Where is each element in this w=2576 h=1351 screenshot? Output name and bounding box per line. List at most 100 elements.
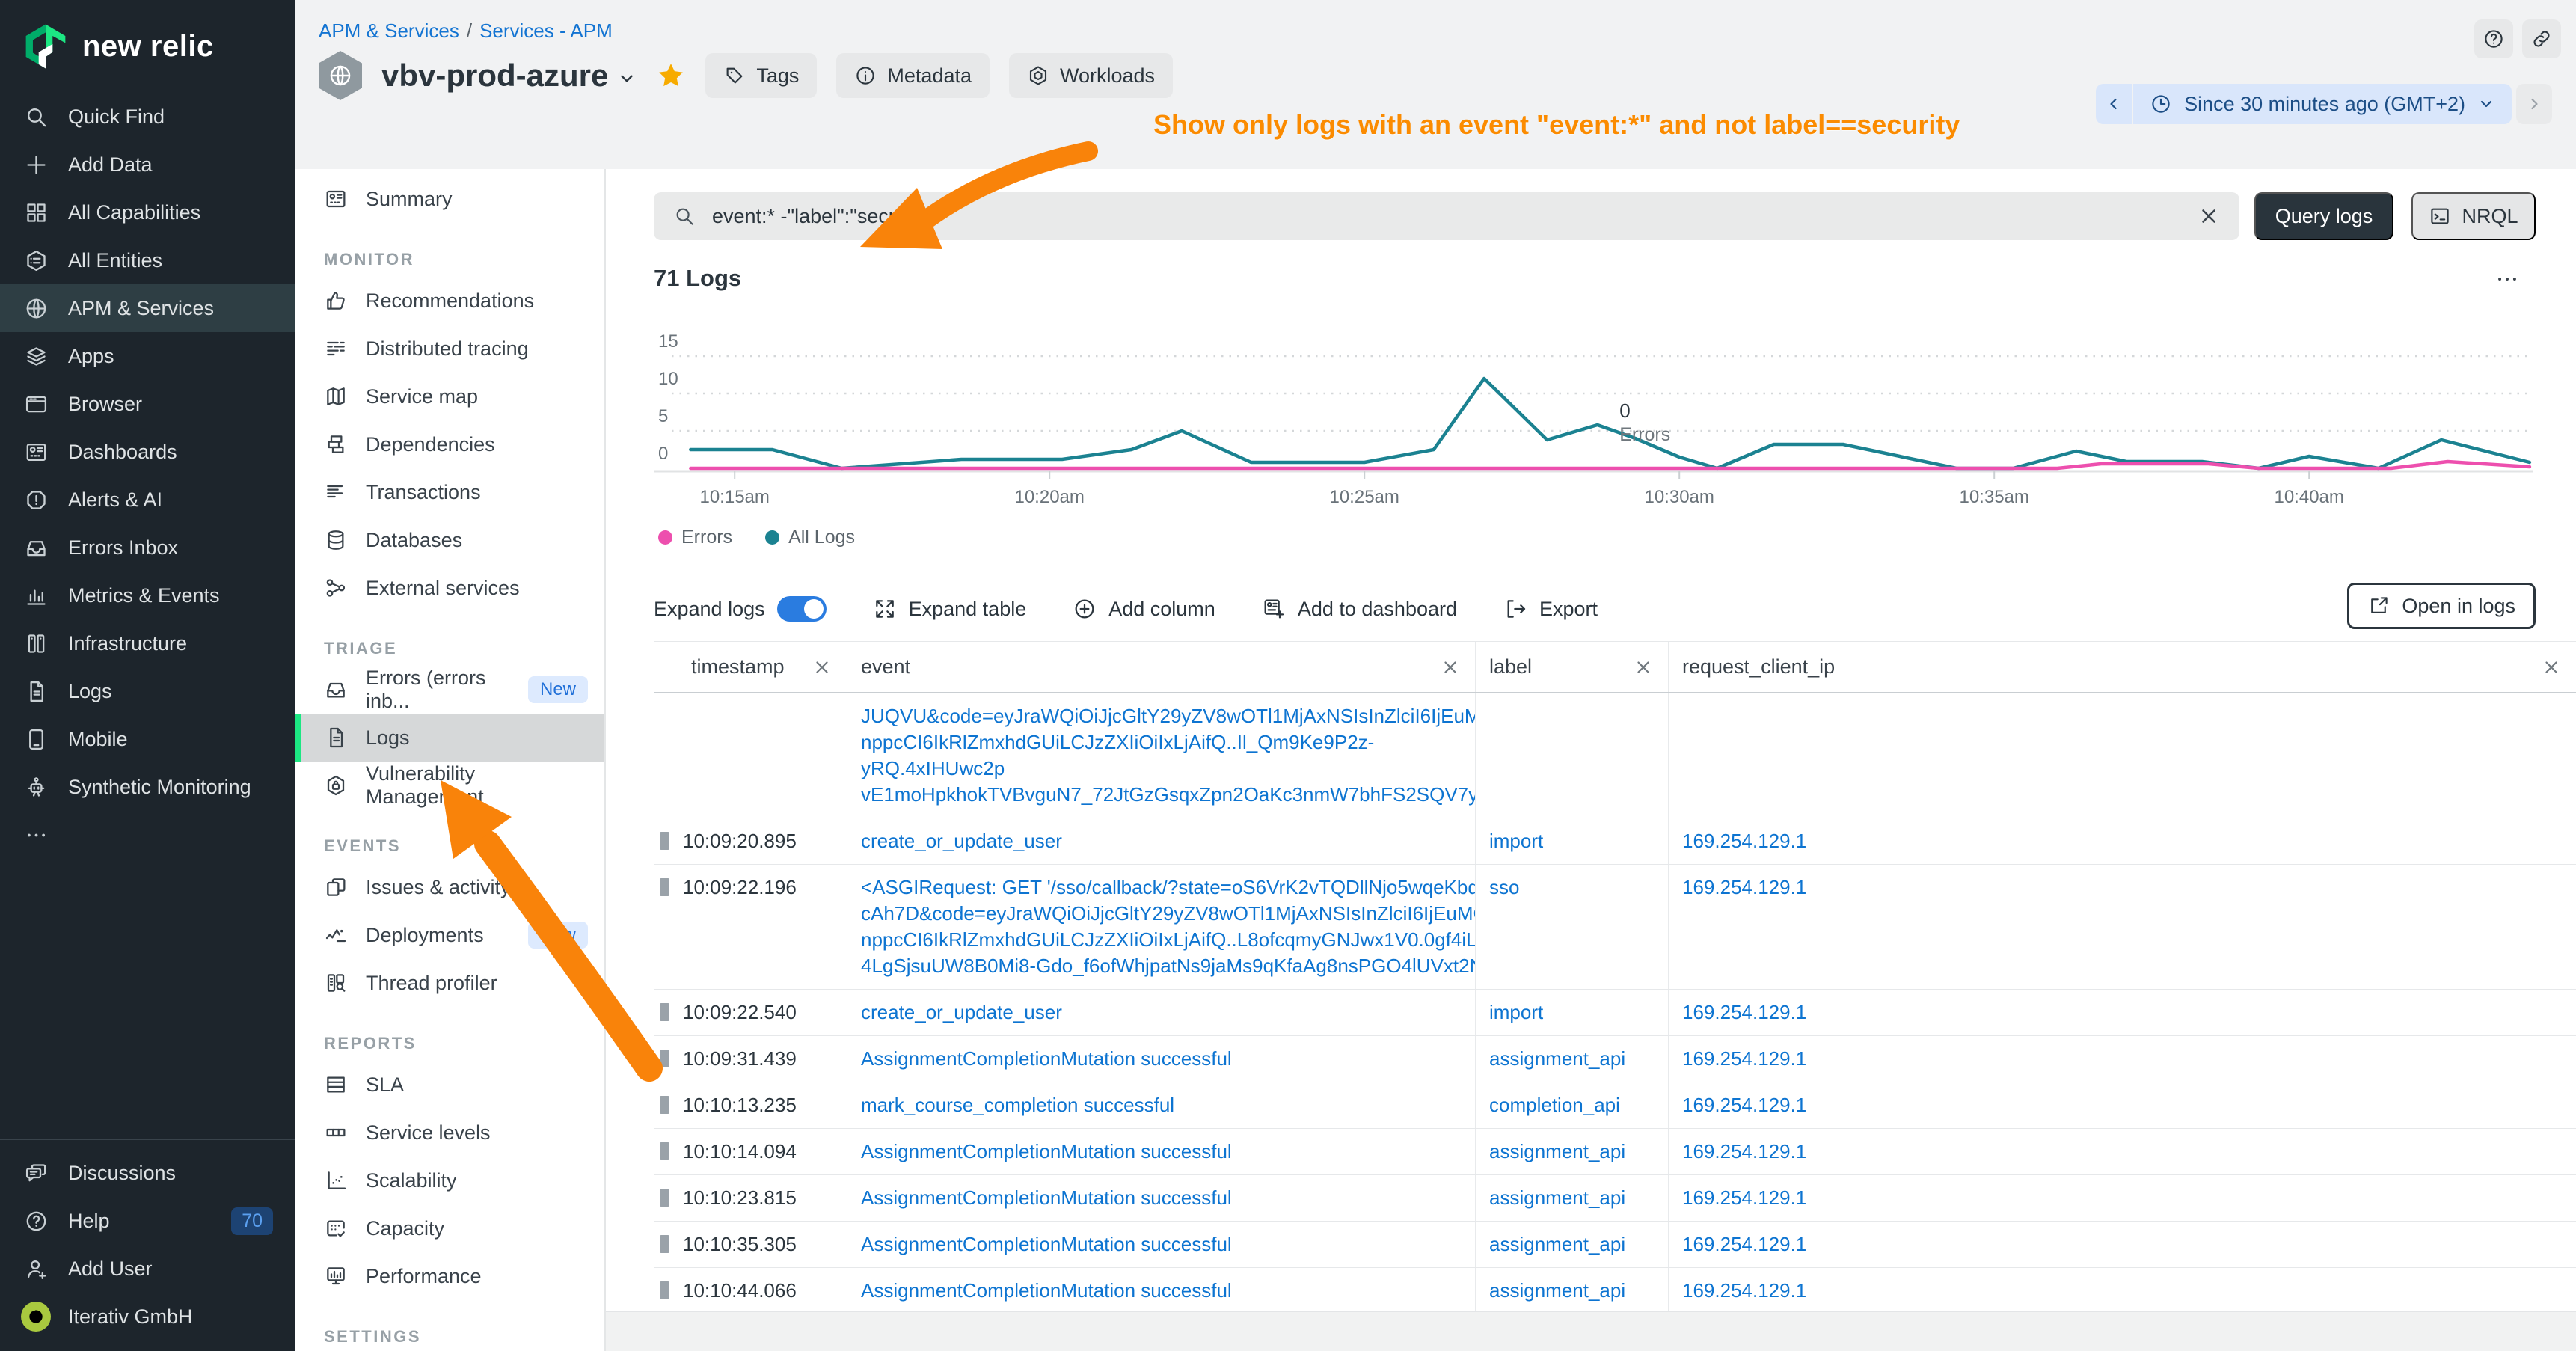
- toolbar-add-to-dashboard-button[interactable]: Add to dashboard: [1262, 597, 1457, 621]
- subnav-item-deployments[interactable]: Deployments New: [295, 911, 604, 959]
- permalink-button[interactable]: [2522, 19, 2561, 58]
- sidebar-item-discussions[interactable]: Discussions: [0, 1149, 295, 1197]
- ip-link[interactable]: 169.254.129.1: [1682, 1278, 1806, 1304]
- subnav-item-errors-errors-inb[interactable]: Errors (errors inb... New: [295, 666, 604, 714]
- event-link[interactable]: <ASGIRequest: GET '/sso/callback/?state=…: [861, 874, 1475, 979]
- subnav-item-databases[interactable]: Databases: [295, 516, 604, 564]
- label-link[interactable]: assignment_api: [1489, 1231, 1625, 1257]
- label-link[interactable]: assignment_api: [1489, 1185, 1625, 1211]
- table-row[interactable]: 10:09:20.895 create_or_update_user impor…: [654, 818, 2576, 865]
- sidebar-item-add-user[interactable]: Add User: [0, 1245, 295, 1293]
- table-row[interactable]: 10:10:44.066 AssignmentCompletionMutatio…: [654, 1268, 2576, 1314]
- subnav-item-thread-profiler[interactable]: Thread profiler: [295, 959, 604, 1007]
- table-row[interactable]: JUQVU&code=eyJraWQiOiJjcGltY29yZV8wOTl1M…: [654, 693, 2576, 818]
- sidebar-item-help[interactable]: Help 70: [0, 1197, 295, 1245]
- label-link[interactable]: import: [1489, 999, 1543, 1026]
- query-logs-button[interactable]: Query logs: [2254, 192, 2393, 240]
- clear-query-icon[interactable]: [2198, 205, 2220, 227]
- subnav-item-scalability[interactable]: Scalability: [295, 1157, 604, 1204]
- table-row[interactable]: 10:09:22.540 create_or_update_user impor…: [654, 990, 2576, 1036]
- breadcrumb-apm-services[interactable]: APM & Services: [319, 19, 459, 43]
- sidebar-item-infrastructure[interactable]: Infrastructure: [0, 619, 295, 667]
- sidebar-item-apps[interactable]: Apps: [0, 332, 295, 380]
- subnav-item-vulnerability-management[interactable]: Vulnerability Management: [295, 762, 604, 809]
- help-button[interactable]: [2474, 19, 2513, 58]
- subnav-item-external-services[interactable]: External services: [295, 564, 604, 612]
- sidebar-item-synthetic-monitoring[interactable]: Synthetic Monitoring: [0, 763, 295, 811]
- subnav-item-recommendations[interactable]: Recommendations: [295, 277, 604, 325]
- sidebar-item-item[interactable]: [0, 811, 295, 859]
- event-link[interactable]: AssignmentCompletionMutation successful: [861, 1231, 1232, 1257]
- toolbar-export-button[interactable]: Export: [1503, 597, 1598, 621]
- subnav-item-distributed-tracing[interactable]: Distributed tracing: [295, 325, 604, 373]
- label-link[interactable]: assignment_api: [1489, 1139, 1625, 1165]
- ip-link[interactable]: 169.254.129.1: [1682, 999, 1806, 1026]
- subnav-item-summary[interactable]: Summary: [295, 175, 604, 223]
- subnav-item-issues-activity[interactable]: Issues & activity: [295, 863, 604, 911]
- label-link[interactable]: import: [1489, 828, 1543, 854]
- subnav-item-transactions[interactable]: Transactions: [295, 468, 604, 516]
- open-in-logs-button[interactable]: Open in logs: [2347, 583, 2536, 629]
- breadcrumb-services-apm[interactable]: Services - APM: [479, 19, 613, 43]
- expand-logs-toggle[interactable]: Expand logs: [654, 596, 827, 622]
- chart-options-icon[interactable]: [2491, 266, 2524, 292]
- table-row[interactable]: 10:09:31.439 AssignmentCompletionMutatio…: [654, 1036, 2576, 1082]
- time-forward-button[interactable]: [2516, 84, 2552, 124]
- ip-link[interactable]: 169.254.129.1: [1682, 1092, 1806, 1118]
- subnav-item-performance[interactable]: Performance: [295, 1252, 604, 1300]
- sidebar-item-all-entities[interactable]: All Entities: [0, 236, 295, 284]
- entity-name[interactable]: vbv-prod-azure: [381, 58, 608, 94]
- toolbar-expand-table-button[interactable]: Expand table: [873, 597, 1027, 621]
- sidebar-item-alerts-ai[interactable]: Alerts & AI: [0, 476, 295, 524]
- sidebar-item-metrics-events[interactable]: Metrics & Events: [0, 572, 295, 619]
- event-link[interactable]: AssignmentCompletionMutation successful: [861, 1185, 1232, 1211]
- subnav-item-dependencies[interactable]: Dependencies: [295, 420, 604, 468]
- subnav-item-capacity[interactable]: Capacity: [295, 1204, 604, 1252]
- table-row[interactable]: 10:09:22.196 <ASGIRequest: GET '/sso/cal…: [654, 865, 2576, 990]
- legend-all-logs[interactable]: All Logs: [765, 527, 855, 548]
- legend-errors[interactable]: Errors: [658, 527, 732, 548]
- toggle-on[interactable]: [777, 596, 827, 622]
- table-row[interactable]: 10:10:23.815 AssignmentCompletionMutatio…: [654, 1175, 2576, 1222]
- subnav-item-service-map[interactable]: Service map: [295, 373, 604, 420]
- label-link[interactable]: assignment_api: [1489, 1046, 1625, 1072]
- label-link[interactable]: assignment_api: [1489, 1278, 1625, 1304]
- log-query-input[interactable]: [711, 204, 2198, 229]
- remove-column-icon[interactable]: [812, 658, 832, 677]
- ip-link[interactable]: 169.254.129.1: [1682, 828, 1806, 854]
- logo[interactable]: new relic: [0, 0, 295, 73]
- workloads-button[interactable]: Workloads: [1009, 53, 1173, 98]
- sidebar-item-browser[interactable]: Browser: [0, 380, 295, 428]
- sidebar-item-quick-find[interactable]: Quick Find: [0, 93, 295, 141]
- sidebar-item-dashboards[interactable]: Dashboards: [0, 428, 295, 476]
- label-link[interactable]: completion_api: [1489, 1092, 1620, 1118]
- ip-link[interactable]: 169.254.129.1: [1682, 1046, 1806, 1072]
- event-link[interactable]: create_or_update_user: [861, 999, 1062, 1026]
- ip-link[interactable]: 169.254.129.1: [1682, 874, 1806, 901]
- table-row[interactable]: 10:10:14.094 AssignmentCompletionMutatio…: [654, 1129, 2576, 1175]
- entity-chevron-down-icon[interactable]: [617, 69, 637, 88]
- event-link[interactable]: create_or_update_user: [861, 828, 1062, 854]
- column-header-label[interactable]: label: [1475, 642, 1668, 692]
- subnav-item-sla[interactable]: SLA: [295, 1061, 604, 1109]
- event-link[interactable]: AssignmentCompletionMutation successful: [861, 1278, 1232, 1304]
- event-link[interactable]: AssignmentCompletionMutation successful: [861, 1046, 1232, 1072]
- remove-column-icon[interactable]: [2542, 658, 2561, 677]
- time-range-button[interactable]: Since 30 minutes ago (GMT+2): [2133, 84, 2512, 124]
- label-link[interactable]: sso: [1489, 874, 1519, 901]
- event-link[interactable]: mark_course_completion successful: [861, 1092, 1174, 1118]
- favorite-star-icon[interactable]: [656, 61, 686, 91]
- sidebar-item-logs[interactable]: Logs: [0, 667, 295, 715]
- remove-column-icon[interactable]: [1441, 658, 1460, 677]
- table-row[interactable]: 10:10:35.305 AssignmentCompletionMutatio…: [654, 1222, 2576, 1268]
- sidebar-item-errors-inbox[interactable]: Errors Inbox: [0, 524, 295, 572]
- subnav-item-logs[interactable]: Logs: [295, 714, 604, 762]
- ip-link[interactable]: 169.254.129.1: [1682, 1139, 1806, 1165]
- table-row[interactable]: 10:10:13.235 mark_course_completion succ…: [654, 1082, 2576, 1129]
- time-back-button[interactable]: [2096, 84, 2132, 124]
- column-header-event[interactable]: event: [847, 642, 1475, 692]
- event-link[interactable]: JUQVU&code=eyJraWQiOiJjcGltY29yZV8wOTl1M…: [861, 703, 1475, 808]
- tags-button[interactable]: Tags: [705, 53, 817, 98]
- sidebar-item-all-capabilities[interactable]: All Capabilities: [0, 189, 295, 236]
- sidebar-item-add-data[interactable]: Add Data: [0, 141, 295, 189]
